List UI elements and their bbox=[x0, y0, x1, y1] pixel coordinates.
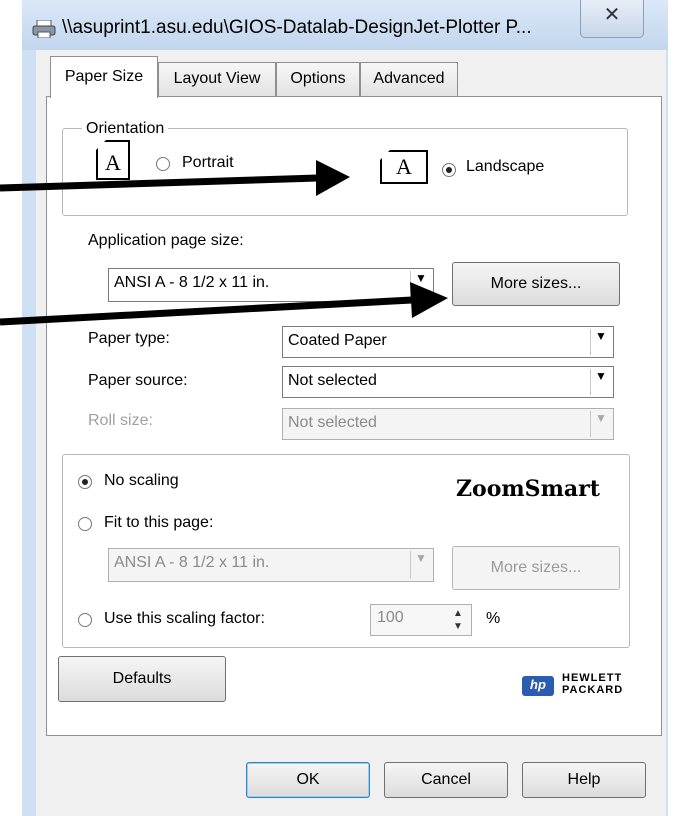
annotation-arrows bbox=[0, 160, 448, 326]
arrow-head-landscape bbox=[316, 160, 350, 196]
arrow-head-more-sizes bbox=[410, 282, 448, 318]
arrow-to-landscape bbox=[0, 174, 319, 192]
arrow-to-more-sizes bbox=[0, 296, 413, 326]
